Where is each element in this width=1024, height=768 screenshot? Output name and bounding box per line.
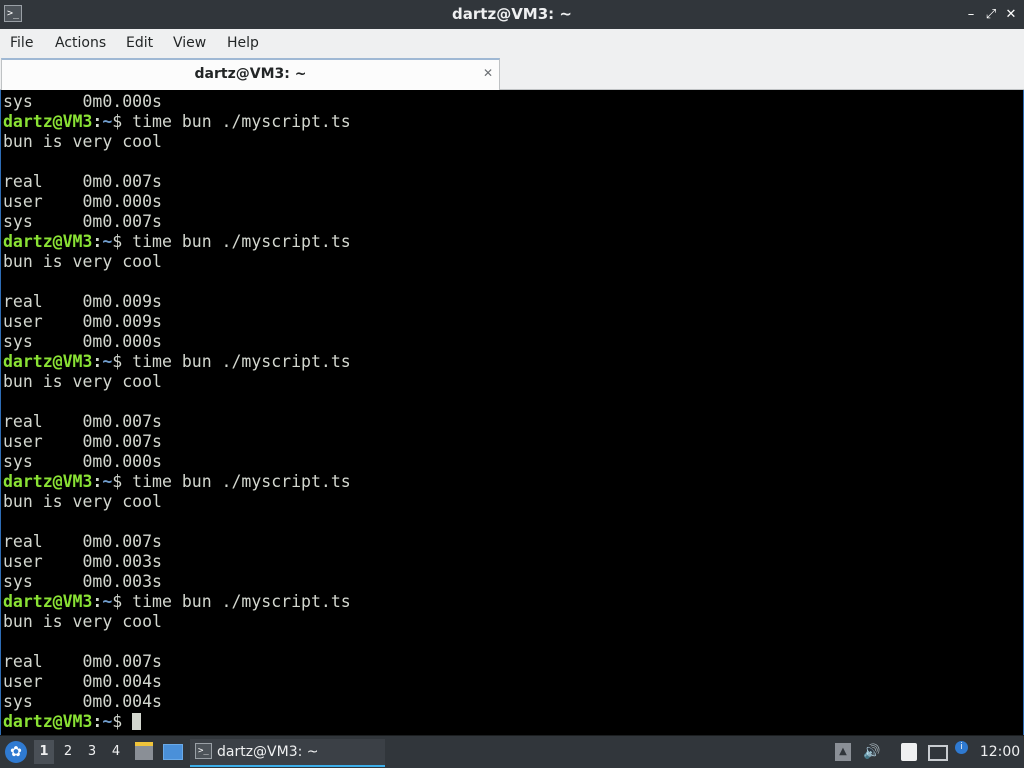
clipboard-icon[interactable] (901, 743, 917, 761)
terminal-output-line: real 0m0.007s (3, 412, 162, 431)
prompt-symbol: $ (112, 232, 133, 251)
prompt-user-host: dartz@VM3 (3, 592, 93, 611)
prompt-path: ~ (102, 472, 113, 491)
menu-view[interactable]: View (173, 29, 206, 57)
terminal-output-line: user 0m0.009s (3, 312, 162, 331)
terminal-prompt-line: dartz@VM3:~$ time bun ./myscript.ts (3, 352, 351, 372)
terminal-output-line: real 0m0.007s (3, 172, 162, 191)
desktop-switcher-1[interactable]: 1 (34, 740, 54, 764)
prompt-separator: : (92, 232, 103, 251)
prompt-symbol: $ (112, 592, 133, 611)
tab-close-icon[interactable]: ✕ (480, 64, 496, 82)
prompt-symbol: $ (112, 112, 133, 131)
network-icon[interactable] (928, 745, 948, 761)
terminal-output-line: bun is very cool (3, 612, 162, 631)
file-manager-icon[interactable] (135, 742, 153, 760)
prompt-separator: : (92, 112, 103, 131)
prompt-symbol: $ (112, 712, 133, 731)
prompt-symbol: $ (112, 352, 133, 371)
close-window-button[interactable]: ✕ (1001, 0, 1021, 29)
terminal-icon: >_ (195, 743, 212, 759)
prompt-path: ~ (102, 592, 113, 611)
menu-help[interactable]: Help (227, 29, 259, 57)
window-titlebar[interactable]: >_ dartz@VM3: ~ – ⤢ ✕ (0, 0, 1024, 29)
prompt-separator: : (92, 592, 103, 611)
minimize-button[interactable]: – (961, 0, 981, 29)
terminal-output-line: real 0m0.007s (3, 532, 162, 551)
volume-icon[interactable]: 🔊 (862, 743, 882, 761)
terminal-prompt-line: dartz@VM3:~$ time bun ./myscript.ts (3, 112, 351, 132)
command-text: time bun ./myscript.ts (132, 112, 351, 131)
window-title: dartz@VM3: ~ (452, 5, 572, 23)
prompt-path: ~ (102, 712, 113, 731)
terminal-prompt-line: dartz@VM3:~$ time bun ./myscript.ts (3, 592, 351, 612)
terminal-output-line: user 0m0.000s (3, 192, 162, 211)
terminal-prompt-line: dartz@VM3:~$ time bun ./myscript.ts (3, 472, 351, 492)
terminal-output-line: user 0m0.007s (3, 432, 162, 451)
prompt-path: ~ (102, 352, 113, 371)
terminal-prompt-line: dartz@VM3:~$ time bun ./myscript.ts (3, 232, 351, 252)
maximize-button[interactable]: ⤢ (981, 0, 1001, 29)
tray-expand-icon[interactable]: ▲ (835, 743, 851, 761)
taskbar-task-terminal[interactable]: >_ dartz@VM3: ~ (190, 739, 385, 767)
terminal-output-line: user 0m0.004s (3, 672, 162, 691)
menu-bar: File Actions Edit View Help (0, 29, 1024, 57)
notification-icon[interactable]: i (955, 741, 968, 754)
terminal-output-line: sys 0m0.007s (3, 212, 162, 231)
terminal-output-line: sys 0m0.000s (3, 452, 162, 471)
command-text: time bun ./myscript.ts (132, 352, 351, 371)
task-label: dartz@VM3: ~ (217, 744, 319, 760)
terminal-output-line: user 0m0.003s (3, 552, 162, 571)
desktop-screen: >_ dartz@VM3: ~ – ⤢ ✕ File Actions Edit … (0, 0, 1024, 768)
prompt-path: ~ (102, 112, 113, 131)
terminal-output-line: bun is very cool (3, 252, 162, 271)
menu-edit[interactable]: Edit (126, 29, 153, 57)
desktop-switcher-3[interactable]: 3 (82, 740, 102, 764)
desktop-switcher-2[interactable]: 2 (58, 740, 78, 764)
prompt-separator: : (92, 472, 103, 491)
terminal-view[interactable]: sys 0m0.000s dartz@VM3:~$ time bun ./mysc… (0, 90, 1024, 735)
prompt-symbol: $ (112, 472, 133, 491)
terminal-output-line: real 0m0.007s (3, 652, 162, 671)
tab-label: dartz@VM3: ~ (194, 66, 307, 82)
prompt-separator: : (92, 712, 103, 731)
prompt-path: ~ (102, 232, 113, 251)
prompt-user-host: dartz@VM3 (3, 352, 93, 371)
menu-file[interactable]: File (10, 29, 33, 57)
terminal-output-line: bun is very cool (3, 132, 162, 151)
prompt-user-host: dartz@VM3 (3, 712, 93, 731)
prompt-user-host: dartz@VM3 (3, 232, 93, 251)
prompt-user-host: dartz@VM3 (3, 112, 93, 131)
prompt-user-host: dartz@VM3 (3, 472, 93, 491)
terminal-output-line: sys 0m0.003s (3, 572, 162, 591)
terminal-output-line: bun is very cool (3, 492, 162, 511)
taskbar: ✿ 1 2 3 4 >_ dartz@VM3: ~ ▲ 🔊 i 12:00 (0, 735, 1024, 768)
clock[interactable]: 12:00 (976, 736, 1024, 768)
prompt-separator: : (92, 352, 103, 371)
show-desktop-icon[interactable] (163, 744, 183, 760)
tab-terminal-session[interactable]: dartz@VM3: ~ ✕ (1, 58, 500, 90)
command-text: time bun ./myscript.ts (132, 472, 351, 491)
tab-bar: dartz@VM3: ~ ✕ (0, 57, 1024, 90)
terminal-output: sys 0m0.000s dartz@VM3:~$ time bun ./mysc… (3, 92, 351, 732)
start-menu-icon[interactable]: ✿ (5, 741, 27, 763)
command-text: time bun ./myscript.ts (132, 592, 351, 611)
terminal-output-line: real 0m0.009s (3, 292, 162, 311)
menu-actions[interactable]: Actions (55, 29, 106, 57)
desktop-switcher-4[interactable]: 4 (106, 740, 126, 764)
terminal-prompt-line: dartz@VM3:~$ (3, 712, 351, 732)
terminal-output-line: bun is very cool (3, 372, 162, 391)
text-cursor (132, 713, 142, 730)
terminal-output-line: sys 0m0.004s (3, 692, 162, 711)
terminal-output-line: sys 0m0.000s (3, 92, 162, 111)
terminal-output-line: sys 0m0.000s (3, 332, 162, 351)
command-text: time bun ./myscript.ts (132, 232, 351, 251)
